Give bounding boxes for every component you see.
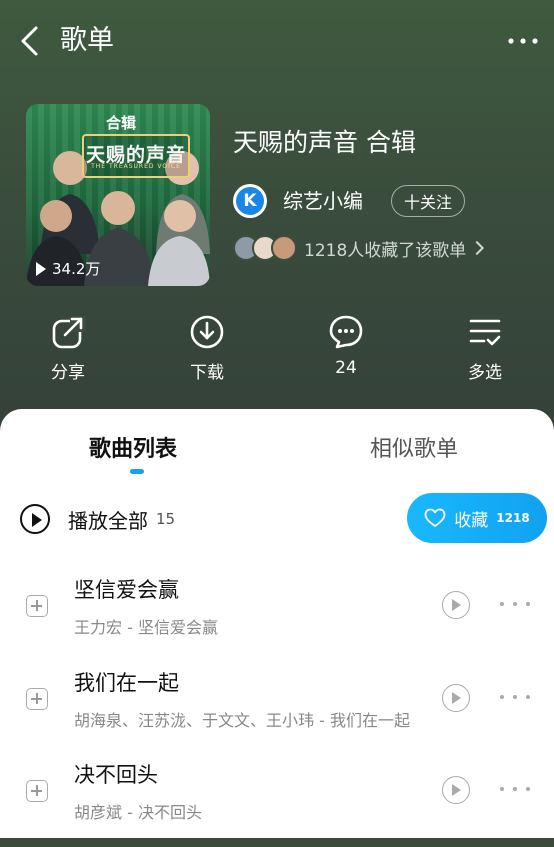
play-count: 34.2万 [36,258,100,279]
creator-name[interactable]: 综艺小编 [283,186,363,216]
cover-badge: 合辑 [106,114,137,132]
song-artist-album: 胡海泉、汪苏泷、于文文、王小玮 - 我们在一起 [74,711,410,730]
play-song-icon[interactable] [442,591,470,619]
chevron-right-icon [470,240,485,256]
song-artist-album: 王力宏 - 坚信爱会赢 [74,618,218,637]
active-tab-indicator [130,469,144,474]
creator-avatar-letter: K [236,187,264,215]
download-button[interactable]: 下载 [162,314,252,383]
follow-button[interactable]: 十关注 [391,185,465,217]
action-bar: 分享 下载 24 多选 [0,314,554,394]
top-bar: 歌单 [0,0,554,84]
song-row[interactable]: 决不回头 胡彦斌 - 决不回头 [0,759,554,847]
download-label: 下载 [190,363,224,383]
multi-select-button[interactable]: 多选 [440,314,530,383]
multi-select-label: 多选 [468,363,502,383]
collector-avatar [271,235,297,261]
collectors-link[interactable]: 1218人收藏了该歌单 [233,234,485,262]
song-title: 坚信爱会赢 [74,578,179,602]
song-row[interactable]: 我们在一起 胡海泉、汪苏泷、于文文、王小玮 - 我们在一起 [0,667,554,755]
comment-icon [329,315,363,349]
back-arrow-icon[interactable] [14,24,48,58]
play-all-label: 播放全部 [68,508,148,533]
song-title: 决不回头 [74,763,158,787]
play-song-icon[interactable] [442,776,470,804]
collect-button[interactable]: 收藏 1218 [407,493,547,543]
song-artist-album: 胡彦斌 - 决不回头 [74,803,202,822]
cover-logo-subtitle: THE TREASURED VOICE [91,163,181,170]
song-list-panel: 歌曲列表 相似歌单 播放全部 15 收藏 1218 坚信爱会赢 王力宏 - 坚信… [0,409,554,838]
page-title: 歌单 [60,25,114,56]
collect-label: 收藏 [454,510,489,531]
creator-avatar[interactable]: K [233,184,267,218]
heart-icon [424,508,446,527]
add-to-list-icon[interactable] [26,595,48,617]
playlist-cover[interactable]: 合辑 天赐的声音 THE TREASURED VOICE 34.2万 [26,104,210,286]
more-options-icon[interactable] [506,26,540,56]
add-to-list-icon[interactable] [26,688,48,710]
song-more-icon[interactable] [500,787,532,793]
download-icon [190,315,224,349]
share-icon [52,316,86,349]
song-more-icon[interactable] [500,602,532,608]
playlist-title: 天赐的声音 合辑 [233,128,416,157]
add-to-list-icon[interactable] [26,780,48,802]
tab-song-list[interactable]: 歌曲列表 [89,431,177,463]
collectors-count-text: 1218人收藏了该歌单 [304,240,467,261]
comments-count: 24 [335,358,357,378]
play-count-value: 34.2万 [52,260,101,278]
play-count-icon [36,261,46,276]
song-count: 15 [156,510,176,528]
song-more-icon[interactable] [500,695,532,701]
comments-button[interactable]: 24 [301,314,391,378]
cover-logo: 天赐的声音 THE TREASURED VOICE [82,134,190,178]
share-label: 分享 [51,363,85,383]
song-title: 我们在一起 [74,671,179,695]
play-circle-icon [20,504,50,534]
multi-select-icon [469,319,501,346]
collect-count: 1218 [496,511,530,525]
tab-similar-playlists[interactable]: 相似歌单 [370,431,458,463]
play-all-button[interactable]: 播放全部 15 [20,501,175,537]
play-song-icon[interactable] [442,684,470,712]
song-row[interactable]: 坚信爱会赢 王力宏 - 坚信爱会赢 [0,574,554,662]
share-button[interactable]: 分享 [23,314,113,383]
